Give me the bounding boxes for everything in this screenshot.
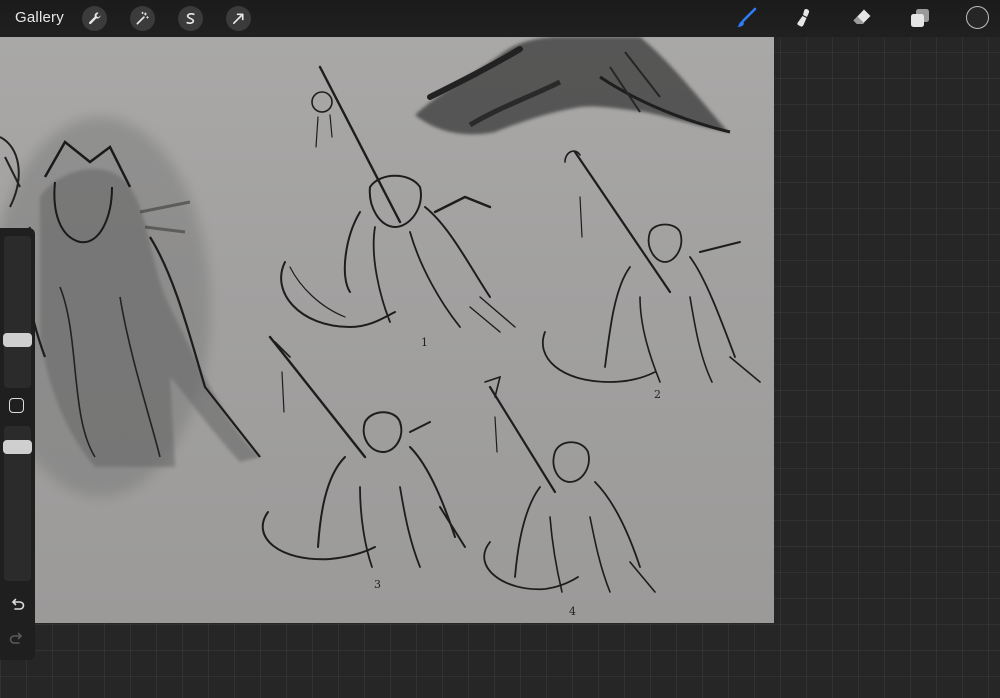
sketch-number-1: 1 [421, 336, 428, 349]
layers-icon [911, 9, 929, 27]
layers-tool[interactable] [907, 5, 933, 31]
opacity-slider[interactable] [3, 426, 32, 581]
transform-arrow-icon [232, 13, 244, 25]
figure-sketch-3 [261, 335, 466, 568]
top-toolbar: Gallery [0, 0, 1000, 37]
brush-tool[interactable] [733, 5, 759, 31]
transform-button[interactable] [226, 6, 251, 31]
selection-button[interactable] [178, 6, 203, 31]
sketch-artwork: 1 2 3 4 [0, 37, 761, 618]
sketch-number-4: 4 [569, 605, 576, 618]
large-figure-sketch [0, 117, 261, 497]
wrench-icon [88, 12, 101, 25]
color-picker[interactable] [966, 6, 989, 29]
selection-icon [186, 13, 195, 24]
smudge-tool[interactable] [790, 5, 816, 31]
figure-sketch-2 [542, 150, 761, 383]
brush-icon [737, 7, 757, 28]
magic-wand-icon [136, 11, 149, 25]
mountain-sketch [415, 37, 731, 135]
actions-button[interactable] [82, 6, 107, 31]
opacity-thumb[interactable] [3, 440, 32, 454]
smudge-icon [797, 9, 810, 27]
figure-sketch-4 [483, 375, 656, 593]
brush-size-thumb[interactable] [3, 333, 32, 347]
modify-button[interactable] [9, 398, 24, 413]
eraser-tool[interactable] [849, 5, 875, 31]
left-sidebar [0, 228, 35, 660]
adjustments-button[interactable] [130, 6, 155, 31]
eraser-icon [853, 9, 871, 24]
undo-icon[interactable] [8, 596, 26, 614]
sketch-number-2: 2 [654, 388, 661, 401]
drawing-canvas[interactable]: 1 2 3 4 [0, 37, 774, 623]
redo-icon[interactable] [8, 630, 26, 648]
sketch-number-3: 3 [374, 578, 381, 591]
brush-size-slider[interactable] [3, 236, 32, 388]
gallery-button[interactable]: Gallery [15, 9, 64, 26]
